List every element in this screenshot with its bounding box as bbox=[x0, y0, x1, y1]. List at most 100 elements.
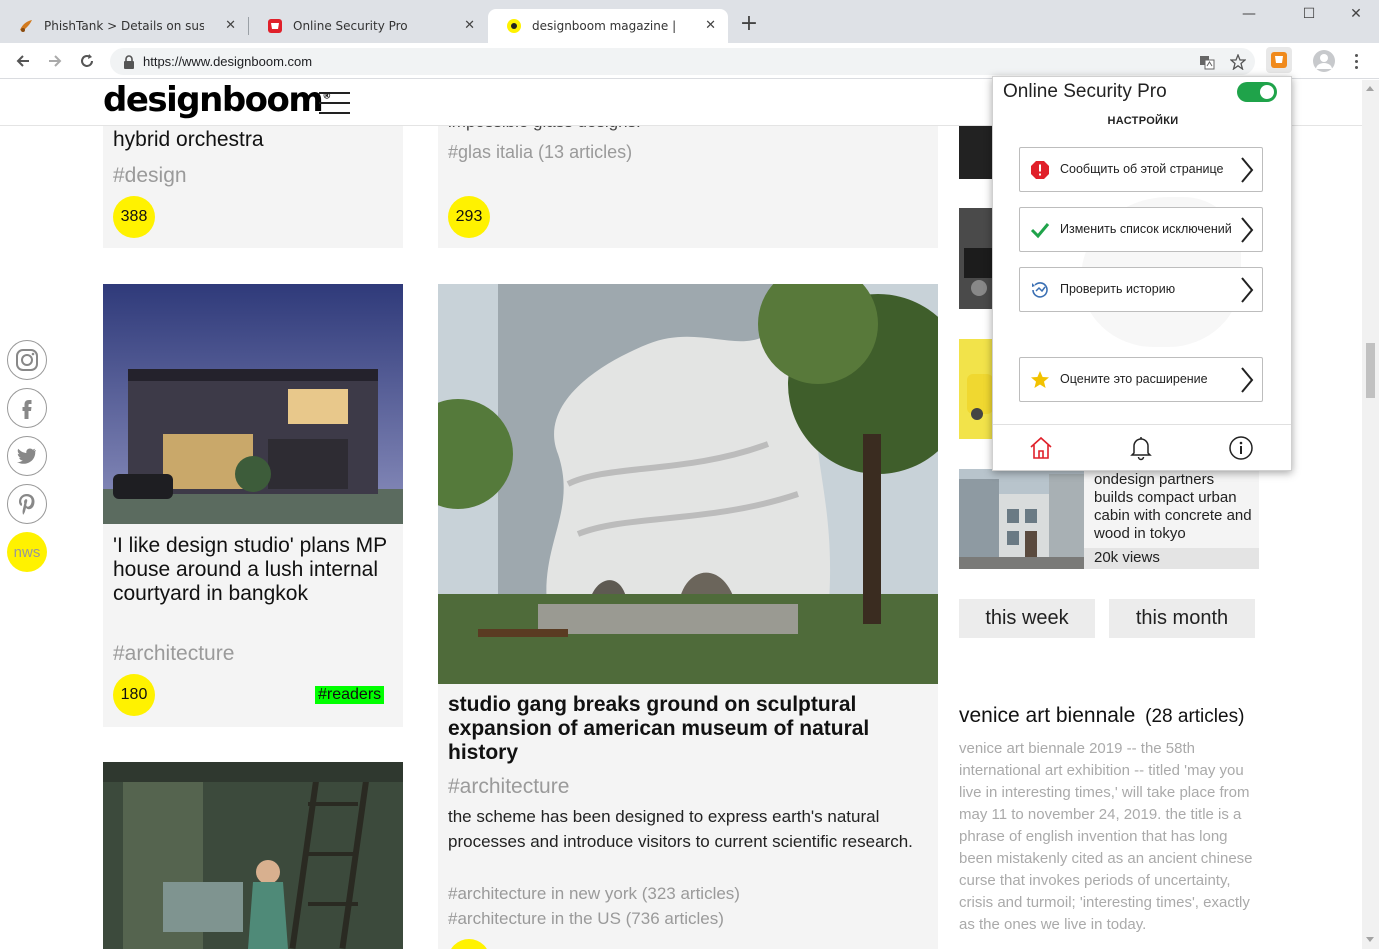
person-icon bbox=[1316, 54, 1332, 69]
rate-extension-button[interactable]: Оцените это расширение bbox=[1019, 357, 1263, 402]
maximize-button[interactable]: ☐ bbox=[1294, 6, 1324, 22]
translate-icon[interactable] bbox=[1198, 53, 1216, 71]
settings-label: НАСТРОЙКИ bbox=[1107, 115, 1179, 127]
tab-phishtank[interactable]: PhishTank > Details on suspecte ✕ bbox=[0, 9, 248, 43]
history-icon bbox=[1030, 280, 1050, 300]
twitter-button[interactable] bbox=[7, 436, 47, 476]
back-button[interactable] bbox=[12, 50, 34, 72]
card-description: the scheme has been designed to express … bbox=[448, 807, 913, 851]
hamburger-menu-icon[interactable] bbox=[319, 92, 350, 114]
online-security-extension-button[interactable] bbox=[1266, 47, 1292, 73]
biennale-count: (28 articles) bbox=[1145, 706, 1245, 727]
rate-extension-label: Оцените это расширение bbox=[1060, 372, 1208, 386]
pinterest-icon bbox=[19, 494, 35, 515]
card-title[interactable]: studio gang breaks ground on sculptural … bbox=[448, 693, 928, 765]
page-scrollbar[interactable] bbox=[1362, 80, 1379, 949]
sidebar-thumb[interactable] bbox=[959, 208, 993, 309]
forward-arrow-icon bbox=[49, 55, 62, 67]
lock-icon[interactable] bbox=[120, 53, 138, 71]
tab-strip: PhishTank > Details on suspecte ✕ Online… bbox=[0, 0, 1379, 43]
related-tag[interactable]: #architecture in new york (323 articles) bbox=[448, 884, 740, 904]
facebook-icon bbox=[22, 400, 32, 419]
tab-close-icon[interactable]: ✕ bbox=[705, 18, 716, 33]
protection-toggle[interactable] bbox=[1237, 82, 1277, 102]
readers-badge[interactable]: #readers bbox=[315, 686, 385, 704]
card-tag[interactable]: #glas italia (13 articles) bbox=[448, 142, 632, 163]
tab-title: designboom magazine | your firs bbox=[532, 19, 680, 33]
tokyo-photo[interactable] bbox=[959, 469, 1084, 569]
new-tab-button[interactable]: + bbox=[738, 13, 760, 35]
checkmark-icon bbox=[1030, 220, 1050, 240]
count-badge bbox=[448, 939, 490, 949]
nws-badge[interactable]: nws bbox=[7, 532, 47, 572]
instagram-icon bbox=[16, 349, 38, 371]
tab-title: Online Security Pro bbox=[293, 19, 408, 33]
article-card[interactable]: hybrid orchestra #design 388 bbox=[103, 120, 403, 248]
tab-close-icon[interactable]: ✕ bbox=[464, 18, 475, 33]
edit-exclusions-button[interactable]: Изменить список исключений bbox=[1019, 207, 1263, 252]
chevron-right-icon bbox=[1241, 217, 1254, 243]
info-icon[interactable] bbox=[1227, 434, 1255, 462]
report-page-button[interactable]: Сообщить об этой странице bbox=[1019, 147, 1263, 192]
designboom-icon bbox=[506, 18, 522, 34]
instagram-button[interactable] bbox=[7, 340, 47, 380]
reload-button[interactable] bbox=[76, 50, 98, 72]
views-count: 20k views bbox=[1094, 549, 1160, 566]
online-security-icon bbox=[267, 18, 283, 34]
card-tag[interactable]: #design bbox=[113, 164, 187, 188]
star-icon bbox=[1030, 370, 1050, 390]
chevron-right-icon bbox=[1241, 367, 1254, 393]
home-icon[interactable] bbox=[1027, 434, 1055, 462]
scroll-up-icon[interactable] bbox=[1366, 86, 1374, 91]
minimize-button[interactable]: — bbox=[1234, 6, 1264, 22]
biennale-heading[interactable]: venice art biennale (28 articles) bbox=[959, 704, 1244, 728]
sidebar-article-title[interactable]: ondesign partners builds compact urban c… bbox=[1094, 471, 1254, 543]
browser-toolbar: https://www.designboom.com bbox=[0, 43, 1379, 79]
scroll-down-icon[interactable] bbox=[1366, 937, 1374, 942]
card-tag[interactable]: #architecture bbox=[113, 642, 234, 666]
online-security-popup: Online Security Pro НАСТРОЙКИ Сообщить о… bbox=[992, 76, 1292, 471]
article-card[interactable]: impossible glass designs. #glas italia (… bbox=[438, 112, 938, 248]
this-week-button[interactable]: this week bbox=[959, 599, 1095, 638]
this-month-button[interactable]: this month bbox=[1109, 599, 1255, 638]
count-badge: 293 bbox=[448, 196, 490, 238]
forward-button[interactable] bbox=[44, 50, 66, 72]
address-bar[interactable]: https://www.designboom.com bbox=[110, 48, 1255, 75]
article-card[interactable]: 'I like design studio' plans MP house ar… bbox=[103, 524, 403, 727]
edit-exclusions-label: Изменить список исключений bbox=[1060, 222, 1232, 236]
article-card[interactable]: studio gang breaks ground on sculptural … bbox=[438, 684, 938, 949]
scrollbar-thumb[interactable] bbox=[1366, 343, 1375, 398]
card-title[interactable]: 'I like design studio' plans MP house ar… bbox=[113, 534, 393, 606]
facebook-button[interactable] bbox=[7, 388, 47, 428]
sidebar-thumb[interactable] bbox=[959, 339, 993, 439]
bookmark-star-icon[interactable] bbox=[1229, 53, 1247, 71]
card-title[interactable]: hybrid orchestra bbox=[113, 128, 264, 152]
url-text[interactable]: https://www.designboom.com bbox=[143, 54, 312, 69]
biennale-title[interactable]: venice art biennale bbox=[959, 704, 1135, 727]
twitter-icon bbox=[17, 448, 36, 464]
browser-menu-button[interactable] bbox=[1347, 49, 1365, 73]
tab-close-icon[interactable]: ✕ bbox=[225, 18, 236, 33]
reload-icon bbox=[81, 54, 93, 67]
museum-photo[interactable] bbox=[438, 284, 938, 684]
count-badge: 180 bbox=[113, 674, 155, 716]
pinterest-button[interactable] bbox=[7, 484, 47, 524]
sidebar-thumb[interactable] bbox=[959, 126, 993, 179]
related-tag[interactable]: #architecture in the US (736 articles) bbox=[448, 909, 724, 929]
interior-photo[interactable] bbox=[103, 762, 403, 949]
tab-designboom[interactable]: designboom magazine | your firs ✕ bbox=[488, 9, 728, 43]
tab-online-security[interactable]: Online Security Pro ✕ bbox=[249, 9, 487, 43]
profile-avatar[interactable] bbox=[1313, 50, 1335, 72]
chevron-right-icon bbox=[1241, 277, 1254, 303]
chevron-right-icon bbox=[1241, 157, 1254, 183]
bell-icon[interactable] bbox=[1127, 434, 1155, 462]
count-badge: 388 bbox=[113, 196, 155, 238]
check-history-label: Проверить историю bbox=[1060, 282, 1176, 296]
close-window-button[interactable]: ✕ bbox=[1341, 6, 1371, 22]
check-history-button[interactable]: Проверить историю bbox=[1019, 267, 1263, 312]
house-photo[interactable] bbox=[103, 284, 403, 524]
designboom-logo[interactable]: designboom® bbox=[103, 80, 331, 120]
card-tag[interactable]: #architecture bbox=[448, 775, 569, 799]
back-arrow-icon bbox=[16, 55, 29, 67]
popup-title: Online Security Pro bbox=[1003, 81, 1167, 102]
